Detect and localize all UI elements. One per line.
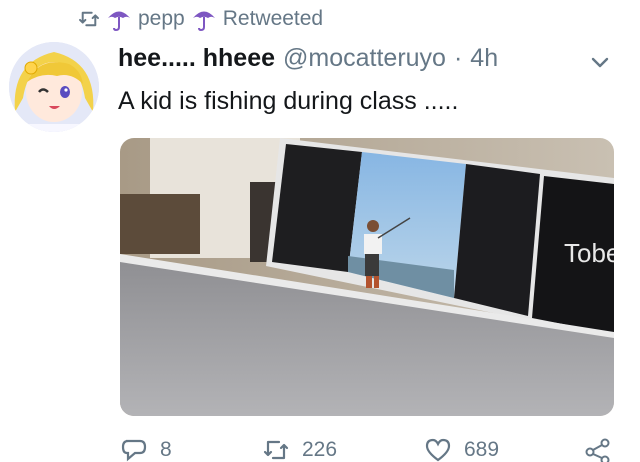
tweet-time[interactable]: 4h [470,44,498,73]
media-overlay-text: Tobe [564,238,614,268]
tweet-actions: 8 226 689 [0,436,640,460]
tweet-header: hee..... hheee @mocatteruyo · 4h [118,44,498,73]
share-icon [584,438,612,462]
reply-count: 8 [160,438,172,462]
retweeter-name[interactable]: pepp [138,7,185,31]
like-count: 689 [464,438,499,462]
heart-icon [424,438,452,462]
retweet-count: 226 [302,438,337,462]
display-name[interactable]: hee..... hheee [118,44,275,73]
retweeted-label: Retweeted [223,7,323,31]
avatar[interactable] [9,42,99,132]
chevron-down-icon[interactable] [588,50,612,74]
retweet-icon [262,438,290,462]
like-button[interactable]: 689 [424,438,499,462]
umbrella-icon [106,6,132,32]
tweet-media[interactable]: Tobe [120,138,614,416]
user-handle[interactable]: @mocatteruyo [283,44,446,73]
tweet-text: A kid is fishing during class ..... [118,87,458,116]
umbrella-icon [191,6,217,32]
video-still: Tobe [120,138,614,416]
retweet-context: pepp Retweeted [78,4,323,34]
retweet-button[interactable]: 226 [262,438,337,462]
reply-icon [120,438,148,462]
share-button[interactable] [584,438,612,462]
reply-button[interactable]: 8 [120,438,172,462]
separator-dot: · [454,44,462,73]
anime-avatar [9,42,99,132]
retweet-icon [78,10,100,28]
